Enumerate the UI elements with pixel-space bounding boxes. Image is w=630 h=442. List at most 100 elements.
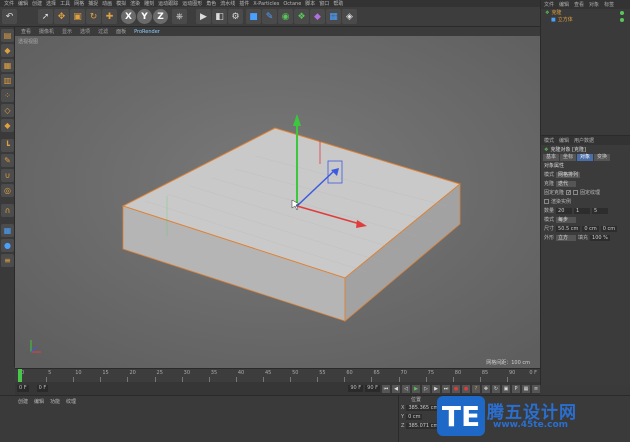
texture-mode-icon[interactable]: ▦ (1, 59, 14, 72)
play-icon[interactable]: ▶ (412, 384, 420, 393)
menu-item-9[interactable]: 渲染 (130, 0, 140, 7)
attribute-tab-3[interactable]: 变换 (594, 154, 611, 161)
end-frame-field[interactable]: 90 F (348, 385, 364, 392)
material-menu-item-3[interactable]: 纹理 (66, 398, 76, 405)
menu-item-7[interactable]: 动画 (102, 0, 112, 7)
next-frame-icon[interactable]: ▷ (422, 384, 430, 393)
model-mode-icon[interactable]: ◆ (1, 44, 14, 57)
menu-item-13[interactable]: 角色 (206, 0, 216, 7)
attribute-menu-item-2[interactable]: 用户数据 (574, 137, 594, 144)
object-name[interactable]: 立方体 (558, 16, 573, 23)
size-z-field[interactable]: 0 cm (600, 225, 618, 232)
snap-icon[interactable]: ∪ (1, 169, 14, 182)
viewport-menu-item-2[interactable]: 显示 (62, 28, 72, 35)
object-row-cube[interactable]: ■ 立方体 (541, 16, 630, 23)
scale-tool-icon[interactable]: ▣ (70, 9, 85, 24)
viewport-menu-item-4[interactable]: 过滤 (98, 28, 108, 35)
object-menu-item-4[interactable]: 标签 (604, 1, 614, 8)
workplane-lock-icon[interactable]: ◎ (1, 184, 14, 197)
viewport-menu-item-0[interactable]: 查看 (21, 28, 31, 35)
menu-item-3[interactable]: 选择 (46, 0, 56, 7)
material-menu-item-1[interactable]: 编辑 (34, 398, 44, 405)
count-z-field[interactable]: 5 (592, 207, 609, 214)
z-axis-button[interactable]: Z (153, 9, 168, 24)
edges-mode-icon[interactable]: ◇ (1, 104, 14, 117)
size-y-field[interactable]: 0 cm (582, 225, 599, 232)
menu-item-0[interactable]: 文件 (4, 0, 14, 7)
object-menu-item-1[interactable]: 编辑 (559, 1, 569, 8)
y-axis-button[interactable]: Y (137, 9, 152, 24)
rotate-tool-icon[interactable]: ↻ (86, 9, 101, 24)
undo-icon[interactable]: ↶ (2, 9, 17, 24)
fill-field[interactable]: 100 % (590, 234, 610, 241)
count-x-field[interactable]: 20 (556, 207, 573, 214)
enable-axis-icon[interactable]: ┗ (1, 139, 14, 152)
visibility-dot[interactable] (620, 10, 624, 15)
tweak-icon[interactable]: ✎ (1, 154, 14, 167)
size-x-field[interactable]: 50.5 cm (556, 225, 581, 232)
workplane-icon[interactable]: ▥ (1, 74, 14, 87)
object-menu-item-2[interactable]: 查看 (574, 1, 584, 8)
floor-icon[interactable]: ▦ (326, 9, 341, 24)
render-view-icon[interactable]: ▶ (196, 9, 211, 24)
menu-item-4[interactable]: 工具 (60, 0, 70, 7)
material-menu-item-2[interactable]: 功能 (50, 398, 60, 405)
object-menu-item-3[interactable]: 对象 (589, 1, 599, 8)
position-y-field[interactable]: 0 cm (406, 413, 423, 420)
position-z-field[interactable]: 385.071 cm (406, 422, 441, 429)
attribute-tab-2[interactable]: 对象 (577, 154, 594, 161)
render-picture-icon[interactable]: ◧ (212, 9, 227, 24)
menu-item-17[interactable]: Octane (283, 1, 301, 7)
menu-item-16[interactable]: X-Particles (253, 1, 279, 7)
camera-icon[interactable]: ◈ (342, 9, 357, 24)
position-x-field[interactable]: 385.365 cm (406, 404, 441, 411)
cloner-icon[interactable]: ❖ (294, 9, 309, 24)
select-tool-icon[interactable]: ➚ (38, 9, 53, 24)
menu-item-20[interactable]: 帮助 (333, 0, 343, 7)
prev-key-icon[interactable]: ◀ (392, 384, 400, 393)
subdivision-icon[interactable]: ◉ (278, 9, 293, 24)
prev-frame-icon[interactable]: ◁ (402, 384, 410, 393)
menu-item-1[interactable]: 编辑 (18, 0, 28, 7)
coordinate-system-icon[interactable]: ⎈ (172, 9, 187, 24)
fix-texture-checkbox[interactable] (573, 190, 579, 195)
pen-icon[interactable]: ✎ (262, 9, 277, 24)
first-frame-icon[interactable]: ⏮ (382, 384, 390, 393)
timeline[interactable]: 0 5 10 15 20 25 30 35 40 45 50 55 60 65 70 75 80 85 90 0 F (15, 368, 540, 383)
sculpt-icon[interactable]: ● (1, 239, 14, 252)
render-settings-icon[interactable]: ⚙ (228, 9, 243, 24)
viewport-menu-item-1[interactable]: 摄像机 (39, 28, 54, 35)
mode2-dropdown[interactable]: 每步 (556, 216, 577, 223)
add-tool-icon[interactable]: ✚ (102, 9, 117, 24)
grid-icon[interactable]: ▦ (1, 224, 14, 237)
timeline-playhead[interactable] (18, 369, 22, 383)
object-name[interactable]: 克隆 (551, 9, 561, 16)
attribute-tab-1[interactable]: 坐标 (560, 154, 577, 161)
viewport-menu-item-6[interactable]: ProRender (134, 29, 160, 35)
object-menu-item-0[interactable]: 文件 (544, 1, 554, 8)
menu-item-8[interactable]: 模拟 (116, 0, 126, 7)
points-mode-icon[interactable]: ⁘ (1, 89, 14, 102)
render-instance-checkbox[interactable] (544, 199, 549, 204)
count-y-field[interactable]: 1 (574, 207, 591, 214)
viewport-menu-item-3[interactable]: 选项 (80, 28, 90, 35)
attribute-menu-item-1[interactable]: 编辑 (559, 137, 569, 144)
menu-item-5[interactable]: 网格 (74, 0, 84, 7)
visibility-dot[interactable] (620, 17, 624, 22)
x-axis-button[interactable]: X (121, 9, 136, 24)
start-frame-field[interactable]: 0 F (17, 385, 29, 392)
layer-icon[interactable]: ≡ (1, 254, 14, 267)
polygons-mode-icon[interactable]: ◆ (1, 119, 14, 132)
menu-item-15[interactable]: 插件 (239, 0, 249, 7)
menu-item-14[interactable]: 流水线 (220, 0, 235, 7)
menu-item-2[interactable]: 创建 (32, 0, 42, 7)
material-menu-item-0[interactable]: 创建 (18, 398, 28, 405)
perspective-viewport[interactable]: 透视视图 网格间距：100 cm (15, 36, 540, 368)
make-editable-icon[interactable]: ▤ (1, 29, 14, 42)
menu-item-12[interactable]: 运动图形 (182, 0, 202, 7)
clone-dropdown[interactable]: 迭代 (556, 180, 577, 187)
attribute-tab-0[interactable]: 基本 (543, 154, 560, 161)
menu-item-18[interactable]: 脚本 (305, 0, 315, 7)
attribute-menu-item-0[interactable]: 模式 (544, 137, 554, 144)
menu-item-19[interactable]: 窗口 (319, 0, 329, 7)
